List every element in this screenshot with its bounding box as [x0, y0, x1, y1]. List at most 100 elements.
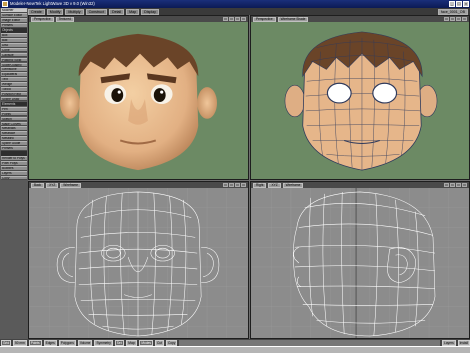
wireshaded-head-render [284, 31, 438, 171]
sidebar-item[interactable]: Copy [1, 175, 27, 181]
zoom-view-icon[interactable] [456, 17, 461, 21]
move-view-icon[interactable] [223, 183, 228, 187]
volume-button[interactable]: Volume [77, 339, 93, 346]
minimize-button[interactable]: _ [449, 1, 455, 7]
menu-display[interactable]: Display [141, 8, 159, 15]
sidebar-item[interactable]: Wedge [1, 82, 27, 87]
projection-dropdown[interactable]: Right [253, 182, 267, 188]
sidebar-item[interactable]: Metaballs [1, 126, 27, 132]
sidebar-item[interactable]: Equilateral [1, 72, 27, 77]
sidebar-item[interactable]: Sketch [1, 116, 27, 122]
sidebar-item[interactable]: Platonic Solid [1, 57, 27, 63]
sidebar-item[interactable]: Pixel Polys [1, 161, 27, 166]
move-view-icon[interactable] [444, 183, 449, 187]
layer-field[interactable]: face_0001_OB [438, 8, 468, 15]
cut-button[interactable]: Cut [154, 339, 164, 346]
sidebar-item[interactable]: Pen [1, 106, 27, 112]
maximize-view-icon[interactable] [241, 17, 246, 21]
status-spacer [179, 339, 441, 346]
sidebar-item[interactable]: Text [1, 77, 27, 82]
menu-construct[interactable]: Construct [85, 8, 107, 15]
zoom-view-icon[interactable] [235, 183, 240, 187]
rotate-view-icon[interactable] [450, 183, 455, 187]
render-mode-dropdown[interactable]: Wireframe [60, 182, 81, 188]
sidebar-section-elements: Elements [1, 101, 27, 107]
grid-label: Grid [1, 339, 12, 346]
sidebar-item[interactable]: Bubbles [1, 166, 27, 171]
sidebar-item[interactable]: Disc [1, 42, 27, 48]
sidebar-section-misc [1, 151, 27, 156]
symmetry-button[interactable]: Symmetry [94, 339, 113, 346]
projection-dropdown[interactable]: Perspective [31, 16, 54, 22]
viewport-controls [444, 17, 469, 21]
sidebar-item[interactable]: SuperQuadric [1, 62, 27, 68]
viewport-controls [223, 17, 248, 21]
menu-detail[interactable]: Detail [108, 8, 125, 15]
sidebar-item[interactable]: Metaface [1, 131, 27, 136]
menu-bar: Create Modify Multiply Construct Detail … [0, 8, 470, 15]
sidebar-item[interactable]: Capsule [1, 52, 27, 58]
sidebar-item[interactable]: Layers [1, 170, 27, 176]
viewport-canvas[interactable] [29, 22, 248, 179]
menu-create[interactable]: Create [28, 8, 45, 15]
viewport-perspective-wireshade[interactable]: Perspective Wireframe Shade [250, 15, 470, 180]
points-mode-button[interactable]: Points [28, 339, 42, 346]
close-button[interactable]: × [463, 1, 469, 7]
sidebar-item[interactable]: Toroid [1, 86, 27, 92]
viewport-canvas[interactable] [251, 188, 469, 338]
sidebar-item-presets[interactable]: Presets [1, 22, 27, 28]
move-view-icon[interactable] [223, 17, 228, 21]
projection-dropdown[interactable]: Perspective [253, 16, 276, 22]
maximize-view-icon[interactable] [462, 17, 467, 21]
menu-map[interactable]: Map [126, 8, 140, 15]
render-mode-dropdown[interactable]: Wireframe Shade [277, 16, 309, 22]
sidebar-item[interactable]: Spline Draw [1, 96, 27, 102]
zoom-view-icon[interactable] [235, 17, 240, 21]
sidebar-item[interactable]: Points [1, 111, 27, 117]
rotate-view-icon[interactable] [229, 183, 234, 187]
viewport-canvas[interactable] [251, 22, 469, 179]
sidebar-item-image-editor[interactable]: Image Editor [1, 18, 27, 23]
render-mode-dropdown[interactable]: Textured [55, 16, 74, 22]
app-icon [2, 1, 8, 7]
viewport-canvas[interactable] [29, 188, 248, 338]
zoom-view-icon[interactable] [456, 183, 461, 187]
sidebar-item[interactable]: Gemstone [1, 67, 27, 72]
zoom-dropdown[interactable]: XYZ [268, 182, 281, 188]
viewport-back-wireframe[interactable]: Back XYZ Wireframe [28, 181, 249, 339]
sidebar-item[interactable]: Cone [1, 47, 27, 53]
rotate-view-icon[interactable] [450, 17, 455, 21]
sidebar-item[interactable]: Spline Guide [1, 141, 27, 146]
sidebar-item[interactable]: Box [1, 33, 27, 38]
maximize-view-icon[interactable] [462, 183, 467, 187]
projection-dropdown[interactable]: Back [31, 182, 45, 188]
modes-button[interactable]: Modes [139, 339, 153, 346]
sidebar-item-surface-editor[interactable]: Surface Editor [1, 13, 27, 18]
install-button[interactable]: Install [457, 339, 470, 346]
layers-button[interactable]: Layers [442, 339, 456, 346]
sidebar-item[interactable]: Polygon Rect [1, 91, 27, 97]
sidebar-item[interactable]: Render to Polys [1, 156, 27, 161]
maximize-view-icon[interactable] [241, 183, 246, 187]
sidebar-item-modeler[interactable]: Modeler [1, 8, 27, 13]
maximize-button[interactable]: □ [456, 1, 462, 7]
sidebar-item[interactable]: Presets [1, 146, 27, 151]
zoom-dropdown[interactable]: XYZ [46, 182, 59, 188]
copy-button[interactable]: Copy [165, 339, 178, 346]
map-field[interactable]: Map: [126, 339, 138, 346]
edges-mode-button[interactable]: Edges [43, 339, 57, 346]
render-mode-dropdown[interactable]: Wireframe [282, 182, 304, 188]
viewport-perspective-textured[interactable]: Perspective Textured [28, 15, 249, 180]
rotate-view-icon[interactable] [229, 17, 234, 21]
sidebar-item[interactable]: Metalink [1, 136, 27, 141]
viewport-right-wireframe[interactable]: Right XYZ Wireframe [250, 181, 470, 339]
window-controls: _ □ × [449, 1, 469, 7]
selection-field[interactable]: Sel: [114, 339, 125, 346]
sidebar-item[interactable]: Make Curves [1, 121, 27, 127]
menu-modify[interactable]: Modify [46, 8, 64, 15]
move-view-icon[interactable] [444, 17, 449, 21]
sidebar-item[interactable]: Ball [1, 38, 27, 43]
polygons-mode-button[interactable]: Polygons [58, 339, 76, 346]
menu-multiply[interactable]: Multiply [65, 8, 84, 15]
side-wireframe-mesh [251, 188, 469, 338]
